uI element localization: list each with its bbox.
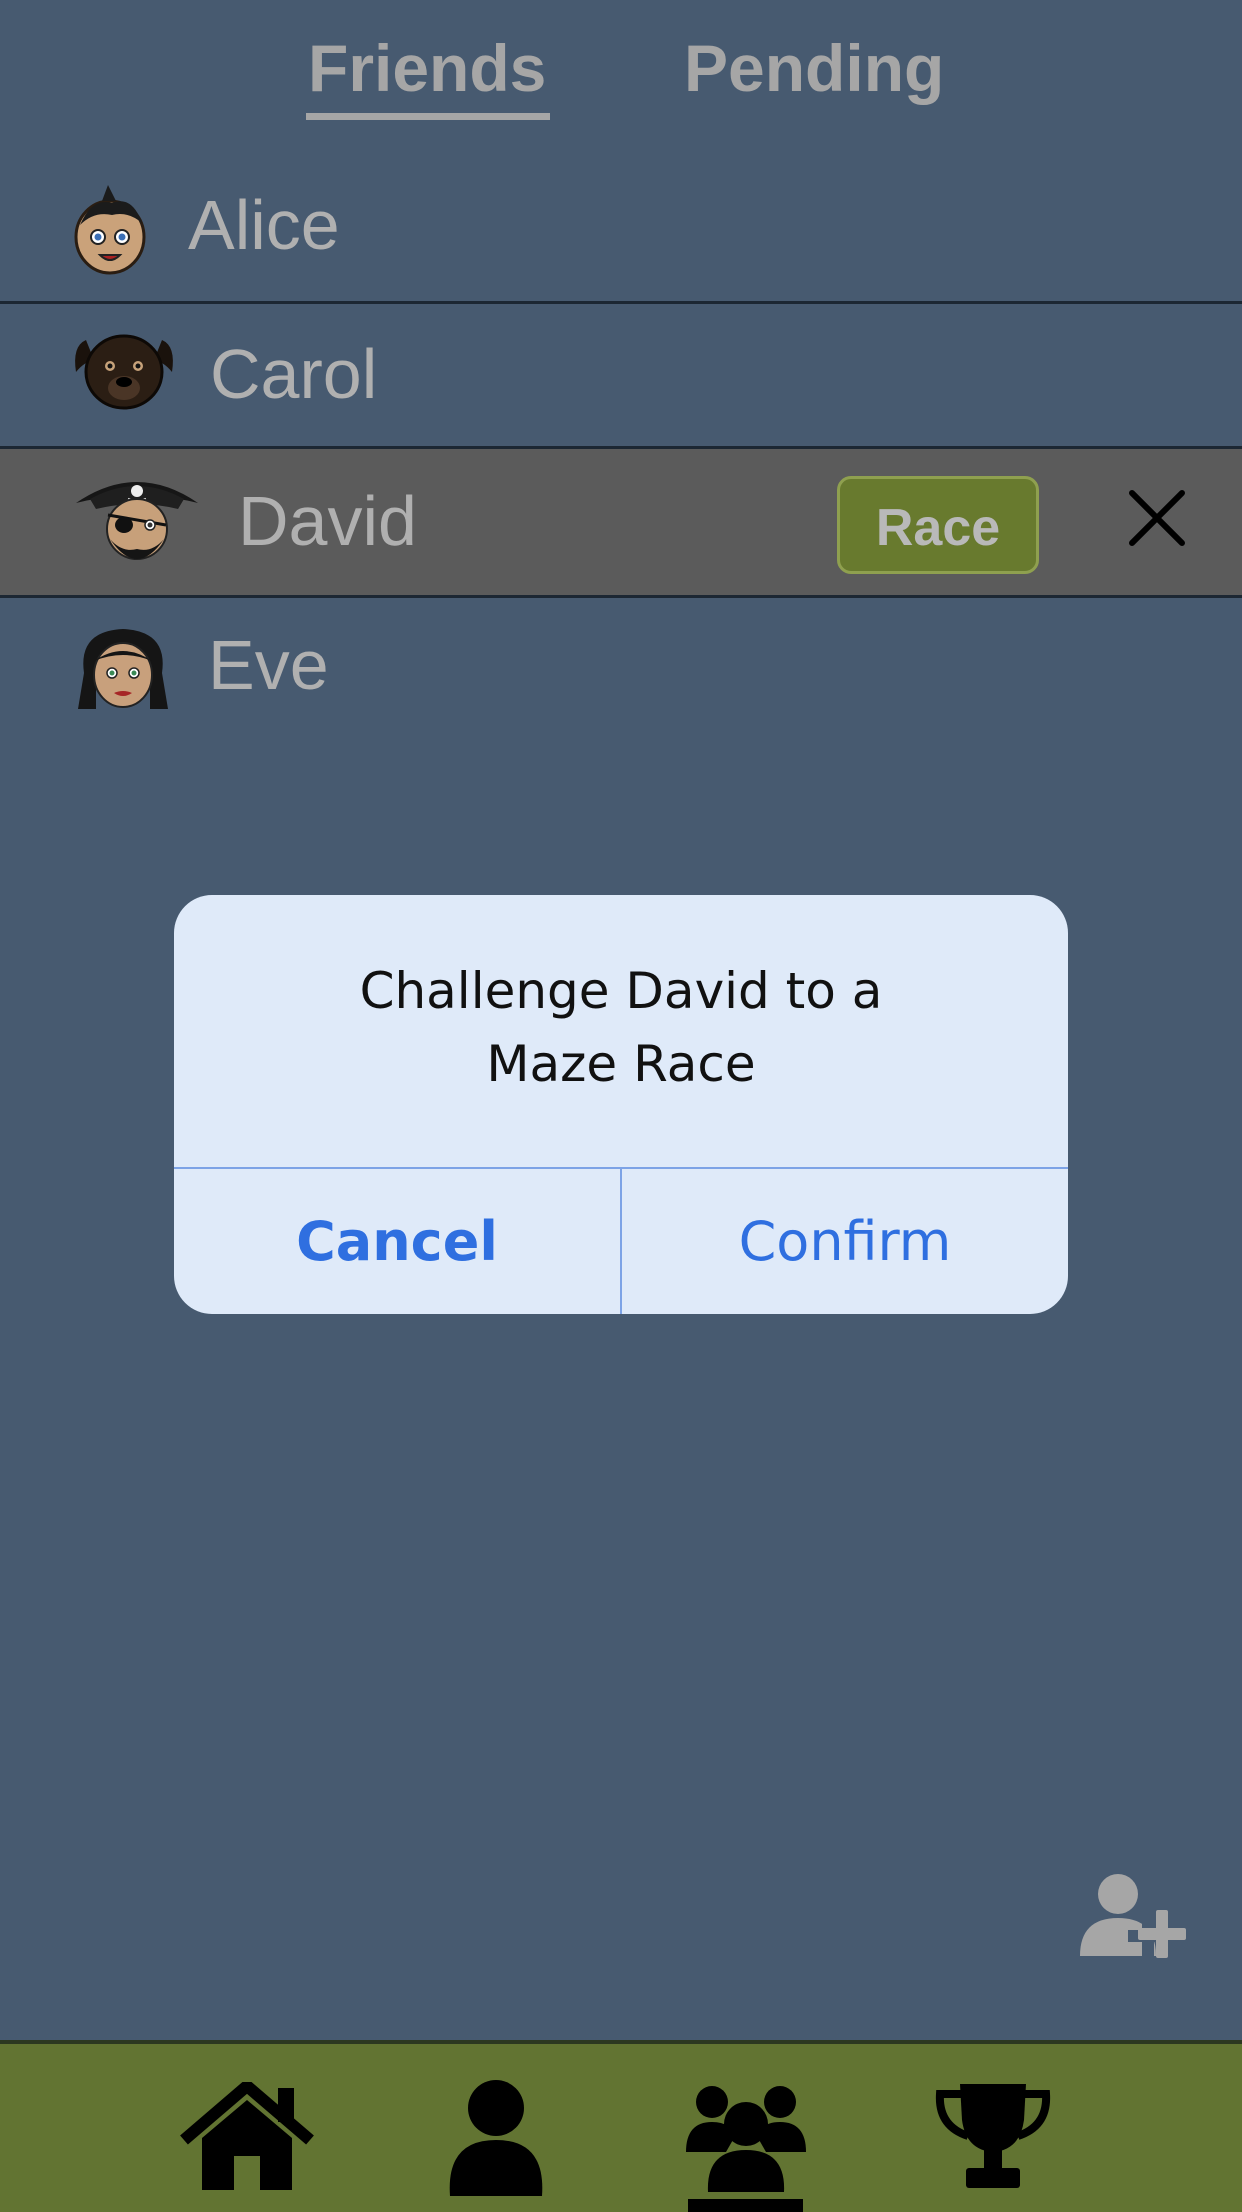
dialog-title-line2: Maze Race xyxy=(486,1035,756,1093)
dialog-title-line1: Challenge David to a xyxy=(359,962,883,1020)
friends-tabs: Friends Pending xyxy=(0,0,1242,160)
friend-name: Alice xyxy=(188,186,340,264)
boy-avatar-icon xyxy=(74,185,146,275)
friend-name: Eve xyxy=(208,626,329,704)
add-friend-icon[interactable] xyxy=(1078,1872,1190,1958)
profile-icon[interactable] xyxy=(446,2078,546,2198)
friend-row-eve[interactable]: Eve xyxy=(0,595,1242,741)
bottom-nav xyxy=(0,2040,1242,2212)
friends-icon[interactable] xyxy=(686,2078,806,2194)
close-icon[interactable] xyxy=(1128,489,1186,547)
trophy-icon[interactable] xyxy=(934,2080,1052,2190)
friend-row-alice[interactable]: Alice xyxy=(0,155,1242,304)
challenge-dialog: Challenge David to a Maze Race Cancel Co… xyxy=(174,895,1068,1314)
nav-active-indicator xyxy=(688,2199,803,2212)
friend-name: David xyxy=(238,482,417,560)
dog-avatar-icon xyxy=(75,334,173,410)
tab-friends[interactable]: Friends xyxy=(305,30,551,120)
tab-pending[interactable]: Pending xyxy=(684,30,944,106)
pirate-avatar-icon xyxy=(76,482,198,560)
friend-row-carol[interactable]: Carol xyxy=(0,304,1242,453)
home-icon[interactable] xyxy=(180,2082,314,2192)
dialog-title: Challenge David to a Maze Race xyxy=(174,955,1068,1101)
race-button[interactable]: Race xyxy=(837,476,1039,574)
confirm-button[interactable]: Confirm xyxy=(622,1169,1068,1314)
girl-avatar-icon xyxy=(78,629,168,709)
friend-row-david[interactable]: David Race xyxy=(0,446,1242,598)
friend-name: Carol xyxy=(210,335,378,413)
cancel-button[interactable]: Cancel xyxy=(174,1169,620,1314)
